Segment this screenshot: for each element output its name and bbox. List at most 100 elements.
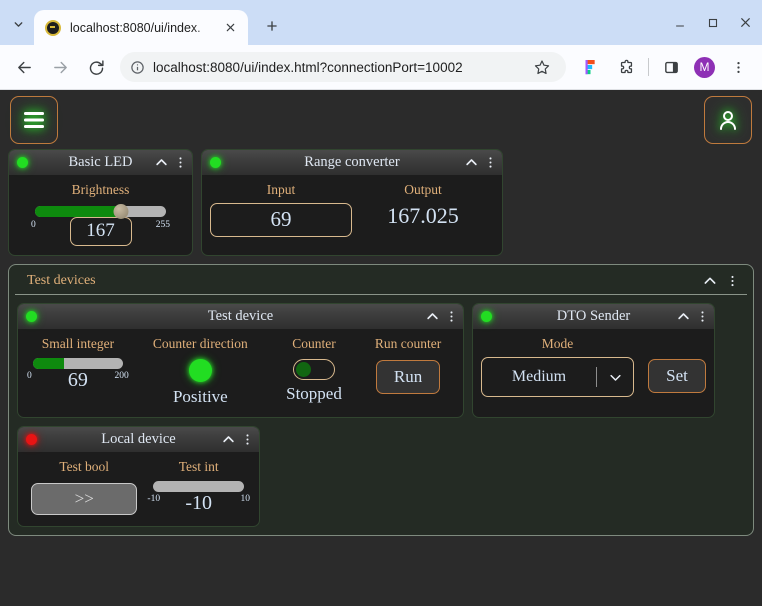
app-header [0,91,762,149]
user-account-icon [720,111,736,130]
card-header-range-converter: Range converter [202,150,502,175]
chevron-up-icon[interactable] [464,155,479,170]
brightness-label: Brightness [71,182,130,197]
card-header-basic-led: Basic LED [9,150,192,175]
three-dots-vertical-icon[interactable] [726,273,739,289]
chevron-up-icon[interactable] [221,432,236,447]
run-button[interactable]: Run [376,360,441,394]
test-int-label: Test int [178,459,219,474]
counter-state: Stopped [286,384,342,403]
back-button[interactable] [9,52,39,82]
three-dots-vertical-icon[interactable] [484,155,497,170]
card-actions-local-device [221,432,254,447]
test-int-min: -10 [147,494,161,504]
small-integer-group: Small integer 0 200 69 [24,336,132,407]
test-int-slider[interactable] [153,481,244,492]
counter-label: Counter [292,336,336,351]
chevron-down-icon [609,374,621,381]
card-header-local-device: Local device [18,427,259,452]
test-int-value: -10 [185,492,213,514]
mode-select[interactable]: Medium [481,357,634,397]
counter-toggle[interactable] [292,359,335,380]
tab-search-button[interactable] [4,10,32,38]
card-body-range-converter: Input 69 Output 167.025 [202,175,502,246]
chevron-up-icon[interactable] [425,309,440,324]
panel-header-test-devices: Test devices [15,265,747,295]
new-tab-button[interactable] [258,12,286,40]
close-icon [741,18,750,27]
profile-avatar[interactable]: M [694,56,715,78]
tab-title: localhost:8080/ui/index. [70,20,201,35]
app-content: Basic LED Brightness 0 255 167 Range con… [0,91,762,606]
chevron-up-icon[interactable] [154,155,169,170]
reload-icon [89,59,104,75]
mode-label: Mode [541,336,574,351]
extensions-button[interactable] [611,52,641,82]
brightness-value-input[interactable]: 167 [69,217,132,246]
status-led-green [210,157,221,168]
counter-direction-label: Counter direction [152,336,248,351]
brightness-max: 255 [155,220,170,230]
set-button[interactable]: Set [648,359,706,393]
forward-button[interactable] [45,52,75,82]
bookmark-button[interactable] [527,52,557,82]
mode-group: Mode Medium [481,336,634,397]
three-dots-vertical-icon [736,61,740,73]
close-window-button[interactable] [729,0,762,45]
url-text: localhost:8080/ui/index.html?connectionP… [153,59,463,75]
range-output-group: Output 167.025 [352,182,494,237]
figma-extension-button[interactable] [575,52,605,82]
minimize-icon [675,25,684,26]
small-integer-slider[interactable] [33,358,123,369]
range-output-value: 167.025 [387,203,459,228]
card-body-basic-led: Brightness 0 255 167 [9,175,192,255]
hamburger-menu-button[interactable] [10,96,58,144]
user-account-button[interactable] [704,96,752,144]
tab-close-button[interactable] [220,18,240,38]
three-dots-vertical-icon[interactable] [241,432,254,447]
test-bool-button[interactable]: >> [31,483,138,515]
address-bar[interactable]: localhost:8080/ui/index.html?connectionP… [120,52,566,82]
chevron-up-icon[interactable] [702,273,718,289]
chevron-up-icon[interactable] [676,309,691,324]
slider-track [153,481,244,492]
reload-button[interactable] [81,52,111,82]
window-controls [663,0,762,45]
side-panel-icon [664,61,678,73]
range-input-group: Input 69 [210,182,352,237]
three-dots-vertical-icon[interactable] [696,309,709,324]
browser-tab[interactable]: localhost:8080/ui/index. [34,10,248,45]
counter-direction-indicator [188,359,212,382]
test-int-group: Test int -10 10 -10 [144,459,253,515]
mode-select-arrow[interactable] [597,370,633,385]
run-counter-label: Run counter [374,336,442,351]
three-dots-vertical-icon[interactable] [445,309,458,324]
brightness-min: 0 [31,220,36,230]
card-actions-basic-led [154,155,187,170]
star-icon [534,60,550,75]
small-integer-label: Small integer [41,336,115,351]
brightness-slider[interactable] [35,204,166,219]
plus-icon [267,21,277,31]
counter-direction-state: Positive [172,387,228,406]
card-basic-led: Basic LED Brightness 0 255 167 [8,149,193,256]
panel-test-devices: Test devices Test device Small integer 0… [8,264,754,536]
status-led-green [17,157,28,168]
card-local-device: Local device Test bool >> Test int -10 1… [17,426,260,527]
small-integer-min: 0 [27,371,32,381]
maximize-button[interactable] [696,0,729,45]
minimize-button[interactable] [663,0,696,45]
back-arrow-icon [17,61,31,73]
status-led-green [481,311,492,322]
browser-menu-button[interactable] [723,52,753,82]
card-test-device: Test device Small integer 0 200 69 Count… [17,303,464,418]
side-panel-button[interactable] [656,52,686,82]
card-actions-dto-sender [676,309,709,324]
test-bool-label: Test bool [59,459,110,474]
range-input-field[interactable]: 69 [210,203,352,237]
puzzle-piece-icon [620,59,632,73]
close-icon [226,23,234,32]
three-dots-vertical-icon[interactable] [174,155,187,170]
slider-thumb[interactable] [113,204,129,219]
counter-direction-indicator-wrap [132,359,269,382]
